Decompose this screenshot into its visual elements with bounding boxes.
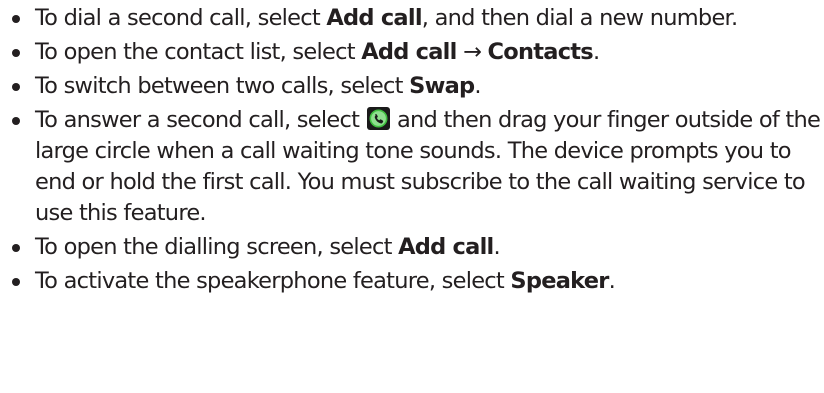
item-text: To switch between two calls, select bbox=[35, 73, 410, 99]
arrow-separator: → bbox=[456, 39, 488, 65]
item-text: To dial a second call, select bbox=[35, 5, 327, 31]
bullet-icon bbox=[12, 278, 20, 286]
item-text: To open the dialling screen, select bbox=[35, 234, 399, 260]
list-item-answer-second-call: To answer a second call, select and then… bbox=[0, 105, 824, 229]
bullet-list: To dial a second call, select Add call, … bbox=[0, 3, 824, 297]
list-item-dial-second-call: To dial a second call, select Add call, … bbox=[0, 3, 824, 34]
bullet-icon bbox=[12, 244, 20, 252]
item-text: . bbox=[474, 73, 481, 99]
add-call-label: Add call bbox=[398, 234, 494, 260]
phone-answer-icon bbox=[366, 107, 390, 130]
speaker-label: Speaker bbox=[510, 268, 609, 294]
item-text: To activate the speakerphone feature, se… bbox=[35, 268, 511, 294]
item-text: . bbox=[608, 268, 616, 294]
list-item-switch-calls: To switch between two calls, select Swap… bbox=[0, 71, 824, 102]
list-item-activate-speakerphone: To activate the speakerphone feature, se… bbox=[0, 266, 824, 297]
item-text: . bbox=[493, 234, 501, 260]
bullet-icon bbox=[12, 83, 20, 91]
swap-label: Swap bbox=[409, 73, 475, 99]
list-item-open-contact-list: To open the contact list, select Add cal… bbox=[0, 37, 824, 68]
bullet-icon bbox=[12, 15, 20, 23]
item-text: , and then dial a new number. bbox=[421, 5, 738, 31]
add-call-label: Add call bbox=[361, 39, 457, 65]
item-text: To open the contact list, select bbox=[35, 39, 362, 65]
bullet-icon bbox=[12, 49, 20, 57]
item-text: To answer a second call, select bbox=[35, 107, 366, 133]
instruction-page: To dial a second call, select Add call, … bbox=[0, 0, 824, 393]
bullet-icon bbox=[12, 117, 20, 125]
list-item-open-dialling-screen: To open the dialling screen, select Add … bbox=[0, 232, 824, 263]
item-text: . bbox=[592, 39, 600, 65]
contacts-label: Contacts bbox=[487, 39, 594, 65]
add-call-label: Add call bbox=[326, 5, 422, 31]
